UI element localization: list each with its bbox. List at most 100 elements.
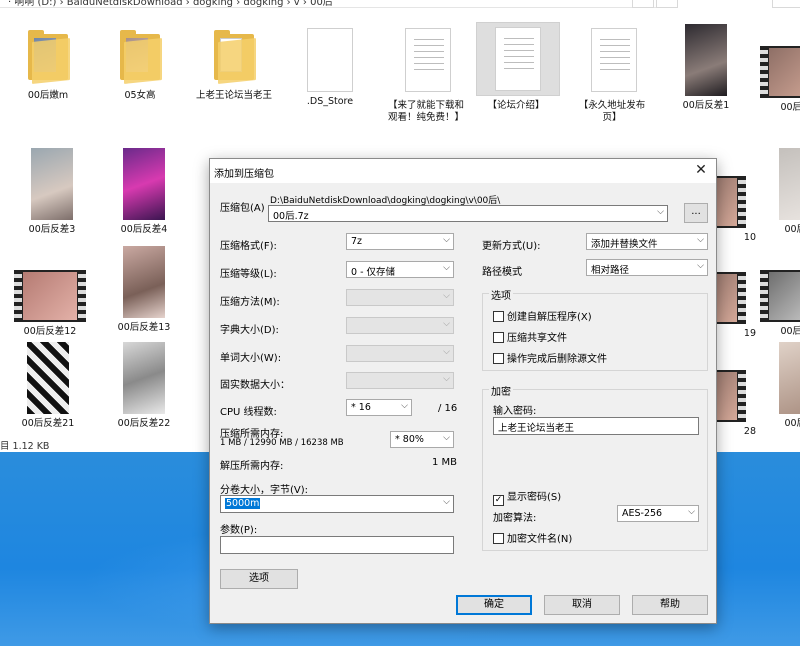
memory-detail: 1 MB / 12990 MB / 16238 MB — [220, 438, 344, 448]
path-mode-label: 路径模式 — [482, 267, 522, 278]
folder-icon — [212, 28, 256, 86]
checkbox-icon — [493, 311, 504, 322]
cpu-threads-select[interactable]: * 16 ⌵ — [346, 399, 412, 416]
decompress-memory-value: 1 MB — [432, 457, 458, 468]
help-button[interactable]: 帮助 — [632, 595, 708, 615]
shared-files-label: 压缩共享文件 — [507, 333, 567, 344]
file-tile[interactable]: 00后反 — [756, 270, 800, 338]
checkbox-icon — [493, 332, 504, 343]
show-password-label: 显示密码(S) — [507, 492, 562, 503]
address-bar[interactable]: · 啊啊 (D:) › BaiduNetdiskDownload › dogki… — [0, 0, 660, 8]
file-tile[interactable]: 00后反差21 — [8, 342, 88, 430]
show-password-checkbox[interactable]: ✓ 显示密码(S) — [493, 488, 561, 506]
options-group-title: 选项 — [489, 287, 513, 302]
chevron-down-icon: ⌵ — [697, 261, 704, 271]
format-value: 7z — [351, 236, 363, 247]
file-tile[interactable]: 【永久地址发布页】 — [572, 24, 652, 124]
sfx-label: 创建自解压程序(X) — [507, 312, 592, 323]
address-path: · 啊啊 (D:) › BaiduNetdiskDownload › dogki… — [8, 0, 333, 8]
archive-label: 压缩包(A) — [220, 203, 265, 214]
add-to-archive-dialog: 添加到压缩包 ✕ 压缩包(A) D:\BaiduNetdiskDownload\… — [209, 158, 717, 624]
password-input[interactable]: 上老王论坛当老王 — [493, 417, 699, 435]
file-label: 【永久地址发布页】 — [578, 100, 646, 123]
ok-button[interactable]: 确定 — [456, 595, 532, 615]
search-box[interactable] — [772, 0, 800, 8]
file-tile[interactable]: 00后反差1 — [666, 24, 746, 112]
file-label: 上老王论坛当老王 — [195, 90, 272, 101]
update-mode-select[interactable]: 添加并替换文件 ⌵ — [586, 233, 708, 250]
shared-files-checkbox[interactable]: 压缩共享文件 — [493, 329, 567, 344]
video-thumbnail — [760, 270, 800, 322]
file-tile[interactable]: 00后反差3 — [12, 148, 92, 236]
encryption-method-select[interactable]: AES-256 ⌵ — [617, 505, 699, 522]
dict-label: 字典大小(D): — [220, 325, 279, 336]
file-tile[interactable]: 00后反差22 — [104, 342, 184, 430]
file-label: 00后反差21 — [21, 418, 75, 429]
format-select[interactable]: 7z ⌵ — [346, 233, 454, 250]
chevron-down-icon: ⌵ — [443, 291, 450, 301]
chevron-down-icon[interactable]: ⌵ — [443, 497, 450, 507]
folder-icon — [118, 28, 162, 86]
chevron-down-icon: ⌵ — [443, 433, 450, 443]
folder-icon — [26, 28, 70, 86]
method-label: 压缩方法(M): — [220, 297, 280, 308]
file-label: 【来了就能下载和观看！纯免费！】 — [387, 100, 464, 123]
params-label: 参数(P): — [220, 525, 258, 536]
file-label: 00后反 — [780, 326, 800, 337]
image-thumbnail — [123, 148, 165, 220]
file-label: 00后反差13 — [117, 322, 171, 333]
cpu-total: / 16 — [438, 403, 458, 414]
params-input[interactable] — [220, 536, 454, 554]
file-tile[interactable]: 上老王论坛当老王 — [194, 28, 274, 102]
browse-button[interactable]: ... — [684, 203, 708, 223]
dialog-title: 添加到压缩包 — [214, 169, 274, 180]
file-label: 00后反差4 — [120, 224, 168, 235]
history-dropdown-button[interactable] — [632, 0, 654, 8]
file-label: 00后反 — [780, 102, 800, 113]
options-button[interactable]: 选项 — [220, 569, 298, 589]
file-tile[interactable]: 00后反差12 — [10, 270, 90, 338]
file-tile[interactable]: 00后反 — [760, 148, 800, 236]
checkbox-icon — [493, 533, 504, 544]
delete-source-checkbox[interactable]: 操作完成后删除源文件 — [493, 350, 607, 365]
file-tile[interactable]: 05女高 — [100, 28, 180, 102]
password-label: 输入密码: — [493, 406, 537, 417]
word-label: 单词大小(W): — [220, 353, 282, 364]
split-volume-combo[interactable]: 5000m ⌵ — [220, 495, 454, 513]
file-tile[interactable]: 00后反 — [760, 342, 800, 430]
image-thumbnail — [27, 342, 69, 414]
chevron-down-icon: ⌵ — [401, 401, 408, 411]
file-label: 【论坛介绍】 — [487, 100, 545, 111]
decompress-memory-label: 解压所需内存: — [220, 461, 284, 472]
chevron-down-icon: ⌵ — [443, 374, 450, 384]
image-thumbnail — [779, 148, 800, 220]
file-tile[interactable]: 00后反 — [756, 46, 800, 114]
image-thumbnail — [779, 342, 800, 414]
video-thumbnail — [14, 270, 86, 322]
video-thumbnail — [760, 46, 800, 98]
cpu-value: * 16 — [351, 402, 371, 413]
refresh-button[interactable] — [656, 0, 678, 8]
level-select[interactable]: 0 - 仅存储 ⌵ — [346, 261, 454, 278]
delete-source-label: 操作完成后删除源文件 — [507, 354, 607, 365]
sfx-checkbox[interactable]: 创建自解压程序(X) — [493, 308, 592, 323]
file-label: 00后反差12 — [23, 326, 77, 337]
checkbox-icon — [493, 353, 504, 364]
close-icon[interactable]: ✕ — [692, 162, 710, 180]
cancel-button[interactable]: 取消 — [544, 595, 620, 615]
file-tile-selected[interactable]: 【论坛介绍】 — [476, 22, 560, 112]
encrypt-names-checkbox[interactable]: 加密文件名(N) — [493, 530, 572, 545]
file-label: .DS_Store — [306, 96, 354, 107]
split-value: 5000m — [225, 498, 261, 509]
chevron-down-icon[interactable]: ⌵ — [657, 207, 664, 217]
checkmark-icon: ✓ — [493, 495, 504, 506]
file-tile[interactable]: 00后反差13 — [104, 246, 184, 334]
archive-name-combo[interactable]: 00后.7z ⌵ — [268, 205, 668, 222]
file-tile[interactable]: 00后嫩m — [8, 28, 88, 102]
file-tile[interactable]: 【来了就能下载和观看！纯免费！】 — [386, 24, 466, 124]
memory-percent-select[interactable]: * 80% ⌵ — [390, 431, 454, 448]
path-mode-select[interactable]: 相对路径 ⌵ — [586, 259, 708, 276]
update-mode-value: 添加并替换文件 — [591, 239, 658, 250]
file-tile[interactable]: .DS_Store — [290, 28, 370, 108]
file-tile[interactable]: 00后反差4 — [104, 148, 184, 236]
